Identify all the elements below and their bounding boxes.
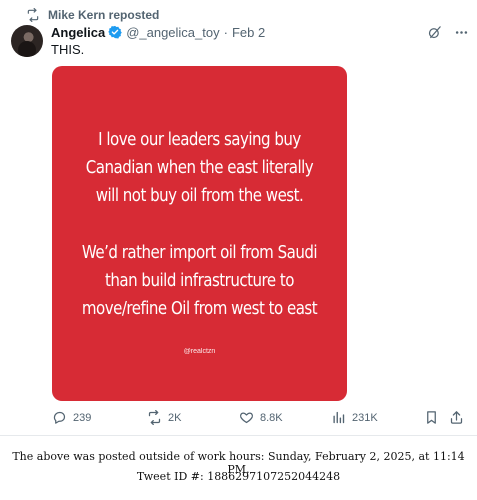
media-watermark-handle: @realctzn bbox=[183, 348, 216, 355]
post-date[interactable]: Feb 2 bbox=[232, 25, 265, 40]
avatar[interactable] bbox=[11, 25, 43, 57]
repost-icon bbox=[27, 8, 39, 22]
share-button[interactable] bbox=[449, 410, 464, 425]
reply-icon bbox=[53, 411, 66, 424]
more-options-icon[interactable] bbox=[454, 25, 469, 40]
views-chart-icon bbox=[333, 411, 345, 424]
bookmark-button[interactable] bbox=[424, 410, 439, 425]
reply-count: 239 bbox=[73, 411, 92, 424]
media-text-line: will not buy oil from the west. bbox=[95, 186, 304, 206]
repost-button[interactable]: 2K bbox=[147, 410, 181, 425]
views-count: 231K bbox=[352, 411, 378, 424]
heart-icon bbox=[239, 412, 254, 424]
tweet-header: Angelica @_angelica_toy · Feb 2 bbox=[51, 23, 469, 41]
repost-count: 2K bbox=[168, 411, 182, 424]
views-button[interactable]: 231K bbox=[331, 410, 378, 425]
share-icon bbox=[450, 411, 463, 424]
grok-icon[interactable] bbox=[427, 25, 442, 40]
author-handle[interactable]: @_angelica_toy bbox=[126, 25, 219, 40]
header-actions bbox=[427, 25, 469, 40]
verified-badge-icon bbox=[108, 25, 122, 39]
footer-tweet-id: Tweet ID #: 1886297107252044248 bbox=[136, 470, 341, 483]
media-text-line: We’d rather import oil from Saudi bbox=[81, 243, 318, 263]
repost-indicator[interactable]: Mike Kern reposted bbox=[26, 7, 159, 23]
media-text-line: Canadian when the east literally bbox=[85, 158, 314, 178]
reply-button[interactable]: 239 bbox=[52, 410, 91, 425]
tweet-text: THIS. bbox=[51, 42, 85, 57]
separator-dot: · bbox=[223, 24, 228, 40]
media-text-line: I love our leaders saying buy bbox=[98, 130, 301, 150]
tweet-media-image[interactable]: I love our leaders saying buy Canadian w… bbox=[52, 66, 347, 401]
repost-icon bbox=[148, 410, 161, 425]
author-name[interactable]: Angelica bbox=[51, 25, 105, 40]
like-button[interactable]: 8.8K bbox=[239, 410, 283, 425]
bookmark-icon bbox=[427, 411, 436, 424]
media-text-line: than build infrastructure to bbox=[105, 271, 294, 291]
like-count: 8.8K bbox=[260, 411, 283, 424]
media-text-line: move/refine Oil from west to east bbox=[81, 299, 318, 319]
repost-label: Mike Kern reposted bbox=[48, 8, 160, 22]
tweet-actions-bar: 239 2K 8.8K 231K bbox=[52, 410, 464, 428]
divider bbox=[0, 435, 477, 436]
